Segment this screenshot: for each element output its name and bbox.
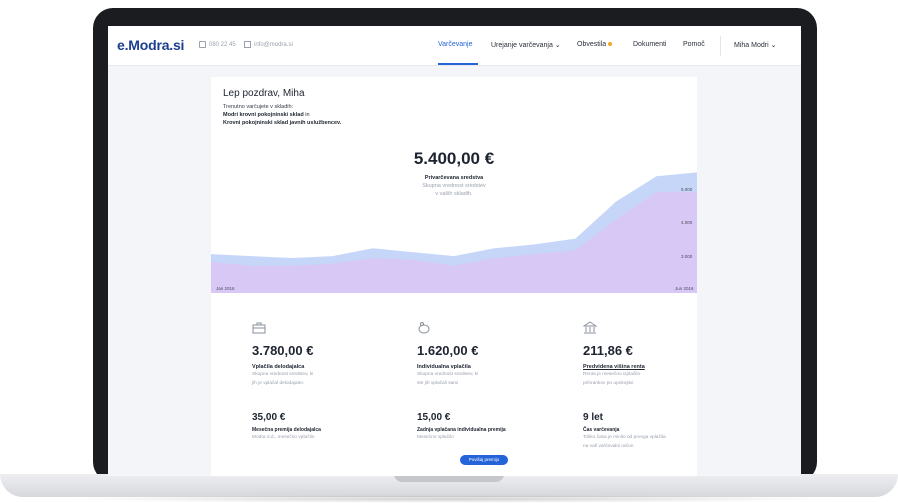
stat-value: 35,00 € xyxy=(252,412,286,423)
chevron-down-icon: ⌄ xyxy=(554,42,561,49)
nav-divider xyxy=(720,36,721,56)
balance-value: 5.400,00 € xyxy=(413,149,495,168)
phone-number: 080 22 45 xyxy=(209,41,236,48)
y-tick-label: 4.000 xyxy=(681,220,693,225)
mail-icon xyxy=(244,41,251,48)
balance-label: Privarčevana sredstva xyxy=(424,175,484,181)
fund-1-name: Modri krovni pokojninski sklad xyxy=(223,112,304,118)
app-screen: e.Modra.si 080 22 45 info@modra.si Varče… xyxy=(108,26,801,476)
stat-annuity: 211,86 € Predvidena višina renta Renta j… xyxy=(583,321,713,388)
notification-dot xyxy=(608,42,613,47)
top-nav: e.Modra.si 080 22 45 info@modra.si Varče… xyxy=(108,26,801,66)
stat-label: Individualna vplačila xyxy=(417,364,471,370)
stat-label: Mesečna premija delodajalca xyxy=(252,427,321,433)
balance-desc-2: v vaših skladih. xyxy=(435,191,473,197)
nav-item-obvestila[interactable]: Obvestila xyxy=(577,41,613,48)
nav-item-urejanje[interactable]: Urejanje varčevanja ⌄ xyxy=(491,41,561,49)
chevron-down-icon: ⌄ xyxy=(770,42,777,49)
stat-value: 211,86 € xyxy=(583,343,633,358)
y-tick-label: 3.000 xyxy=(681,254,693,259)
nav-item-pomoc[interactable]: Pomoč xyxy=(683,41,705,48)
user-name: Miha Modri xyxy=(734,42,769,49)
stat-value: 3.780,00 € xyxy=(252,343,314,358)
nav-item-varcevanje[interactable]: Varčevanje xyxy=(438,41,473,48)
stat-label: Zadnja vplačana individualna premija xyxy=(417,427,506,433)
y-tick-label: 5.000 xyxy=(681,187,693,192)
nav-item-obvestila-label: Obvestila xyxy=(577,41,607,48)
active-tab-indicator xyxy=(438,63,478,65)
stat-desc: Renta je mesečno izplačilo xyxy=(583,372,641,377)
savings-chart xyxy=(211,172,697,293)
x-end-label: Jun 2016 xyxy=(675,286,694,291)
logo[interactable]: e.Modra.si xyxy=(117,37,184,53)
stat-desc: ste jih vplačali sami xyxy=(417,381,459,386)
email-address: info@modra.si xyxy=(254,41,293,48)
bank-icon xyxy=(583,321,597,334)
stat-individual: 1.620,00 € Individualna vplačila Skupna … xyxy=(417,321,547,388)
stat-desc: Skupna vrednost sredstev, ki xyxy=(417,372,479,377)
stat-saving-time: 9 let Čas varčevanja Toliko časa je mini… xyxy=(583,412,713,451)
stat-employer: 3.780,00 € Vplačila delodajalca Skupna v… xyxy=(252,321,382,388)
user-menu[interactable]: Miha Modri ⌄ xyxy=(734,41,776,49)
phone-icon xyxy=(199,41,206,48)
stat-desc: Toliko časa je minilo od prvega vplačila xyxy=(583,435,666,440)
stat-label[interactable]: Predvidena višina renta xyxy=(583,364,713,370)
stat-label: Čas varčevanja xyxy=(583,427,620,433)
stat-desc: prihrankov po upokojitvi xyxy=(583,381,634,386)
fund-conjunction: in xyxy=(305,112,310,118)
increase-premium-button[interactable]: Povišaj premijo xyxy=(460,455,508,465)
stat-desc: na vaš varčevalni račun. xyxy=(583,444,635,449)
balance-desc-1: Skupna vrednost sredstev xyxy=(422,183,486,189)
greeting: Lep pozdrav, Miha xyxy=(223,88,305,99)
stat-value: 15,00 € xyxy=(417,412,451,423)
stat-value: 9 let xyxy=(583,412,604,423)
stat-value: 1.620,00 € xyxy=(417,343,479,358)
nav-item-urejanje-label: Urejanje varčevanja xyxy=(491,42,553,49)
email-contact[interactable]: info@modra.si xyxy=(244,41,293,48)
dashboard-card: Lep pozdrav, Miha Trenutno varčujete v s… xyxy=(211,77,697,476)
fund-line-1: Modri krovni pokojninski sklad in xyxy=(223,112,310,118)
stat-desc: jih je vplačal delodajalec xyxy=(252,381,304,386)
phone-contact[interactable]: 080 22 45 xyxy=(199,41,236,48)
stat-individual-premium: 15,00 € Zadnja vplačana individualna pre… xyxy=(417,412,547,442)
x-start-label: Jan 2016 xyxy=(216,286,235,291)
stat-desc: Modra d.d., mesečno vplačilo xyxy=(252,435,315,440)
stat-employer-premium: 35,00 € Mesečna premija delodajalca Modr… xyxy=(252,412,382,442)
piggy-bank-icon xyxy=(418,322,430,334)
stat-desc: Mesečno vplačilo xyxy=(417,435,454,440)
funds-intro: Trenutno varčujete v skladih: xyxy=(223,104,294,110)
nav-item-dokumenti[interactable]: Dokumenti xyxy=(633,41,666,48)
briefcase-icon xyxy=(252,322,266,334)
fund-2-name: Krovni pokojninski sklad javnih uslužben… xyxy=(223,120,342,126)
laptop-shadow xyxy=(60,495,838,503)
stat-desc: Skupna vrednost sredstev, ki xyxy=(252,372,314,377)
stat-label: Vplačila delodajalca xyxy=(252,364,305,370)
